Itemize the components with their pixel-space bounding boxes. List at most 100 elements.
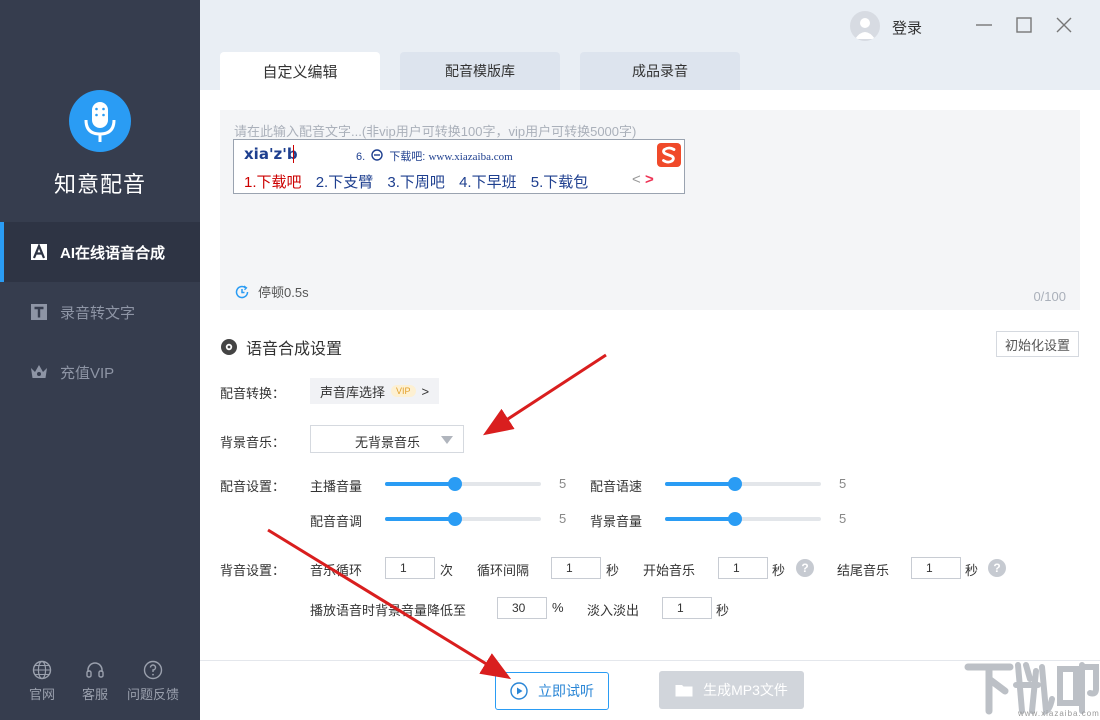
a-letter-icon: [30, 243, 48, 261]
website-link[interactable]: 官网: [29, 660, 55, 703]
sidebar-item-ai-synthesis[interactable]: AI在线语音合成: [0, 222, 200, 282]
interval-label: 循环间隔: [477, 563, 530, 578]
voice-library-select[interactable]: 声音库选择 VIP >: [310, 378, 440, 404]
ime-next-page[interactable]: >: [645, 171, 654, 188]
speech-speed-slider[interactable]: [665, 476, 821, 492]
dub-settings-label: 配音设置：: [220, 479, 286, 494]
ime-candidate[interactable]: 2.下支臂: [316, 174, 374, 191]
slider-value: 5: [559, 476, 567, 491]
bgm-dropdown[interactable]: 无背景音乐: [310, 425, 464, 453]
microphone-logo-icon: [69, 90, 131, 152]
sidebar-item-label: 录音转文字: [60, 304, 136, 322]
generate-mp3-label: 生成MP3文件: [703, 682, 788, 698]
clock-icon: [235, 284, 249, 298]
end-music-unit: 秒: [965, 563, 979, 578]
editor-placeholder: 请在此输入配音文字...(非vip用户可转换100字，vip用户可转换5000字…: [234, 124, 637, 139]
loop-unit: 次: [440, 563, 454, 578]
sidebar-item-label: 充值VIP: [60, 364, 115, 382]
sidebar-item-label: AI在线语音合成: [60, 244, 166, 262]
question-circle-icon: [143, 660, 163, 680]
host-volume-slider[interactable]: [385, 476, 541, 492]
tab-custom-edit[interactable]: 自定义编辑: [220, 52, 380, 90]
sidebar: 知意配音 AI在线语音合成 录音转文字 充值VIP 官网 客服 问题反馈: [0, 0, 200, 720]
app-name: 知意配音: [53, 172, 146, 197]
ime-candidate-6[interactable]: 6. 下载吧: www.xiazaiba.com: [356, 148, 513, 164]
ime-candidate[interactable]: 5.下载包: [531, 174, 589, 191]
bg-volume-slider[interactable]: [665, 511, 821, 527]
section-title: 语音合成设置: [220, 335, 342, 359]
candidate-index: 6.: [356, 151, 366, 163]
slider-value: 5: [839, 476, 847, 491]
interval-unit: 秒: [606, 563, 620, 578]
text-caret: [293, 145, 294, 163]
duck-label: 播放语音时背景音量降低至: [310, 603, 467, 618]
t-letter-icon: [30, 303, 48, 321]
fade-unit: 秒: [716, 603, 730, 618]
candidate-text: 下载吧:: [389, 151, 426, 163]
slider-label: 配音语速: [590, 479, 643, 494]
sogou-logo-icon: [656, 142, 682, 168]
slider-fill: [665, 482, 735, 486]
help-icon[interactable]: ?: [988, 559, 1006, 577]
footer-label: 问题反馈: [127, 687, 180, 702]
play-icon: [510, 682, 528, 700]
slider-value: 5: [559, 511, 567, 526]
support-link[interactable]: 客服: [82, 660, 108, 703]
slider-handle[interactable]: [448, 512, 462, 526]
slider-handle[interactable]: [448, 477, 462, 491]
ime-candidate[interactable]: 4.下早班: [459, 174, 517, 191]
close-icon[interactable]: [1053, 14, 1075, 36]
ime-candidate[interactable]: 3.下周吧: [387, 174, 445, 191]
tab-template-library[interactable]: 配音模版库: [400, 52, 560, 90]
feedback-link[interactable]: 问题反馈: [127, 660, 179, 703]
slider-fill: [385, 517, 455, 521]
dropdown-arrow-icon: [441, 436, 453, 444]
preview-button[interactable]: 立即试听: [495, 672, 609, 710]
slider-handle[interactable]: [728, 512, 742, 526]
bg-settings-label: 背音设置：: [220, 563, 286, 578]
watermark-url: www.xiazaiba.com: [1018, 709, 1100, 718]
maximize-icon[interactable]: [1013, 14, 1035, 36]
ime-prev-page[interactable]: <: [632, 171, 641, 188]
sidebar-item-vip[interactable]: 充值VIP: [0, 342, 200, 402]
text-editor[interactable]: 请在此输入配音文字...(非vip用户可转换100字，vip用户可转换5000字…: [220, 110, 1080, 310]
start-music-input[interactable]: 1: [718, 557, 768, 579]
voice-select-text: 声音库选择: [320, 384, 386, 400]
minimize-icon[interactable]: [973, 14, 995, 36]
slider-label: 配音音调: [310, 514, 363, 529]
slider-value: 5: [839, 511, 847, 526]
sidebar-item-transcribe[interactable]: 录音转文字: [0, 282, 200, 342]
slider-handle[interactable]: [728, 477, 742, 491]
generate-mp3-button[interactable]: 生成MP3文件: [659, 671, 804, 709]
loop-count-input[interactable]: 1: [385, 557, 435, 579]
voice-label: 配音转换：: [220, 386, 286, 401]
loop-interval-input[interactable]: 1: [551, 557, 601, 579]
folder-icon: [675, 685, 693, 697]
ime-candidate[interactable]: 1.下载吧: [244, 174, 302, 191]
tab-finished-recordings[interactable]: 成品录音: [580, 52, 740, 90]
fade-input[interactable]: 1: [662, 597, 712, 619]
end-music-input[interactable]: 1: [911, 557, 961, 579]
ime-composition: xia'z'b: [244, 145, 298, 163]
user-icon: [855, 18, 875, 39]
loop-label: 音乐循环: [310, 563, 363, 578]
help-icon[interactable]: ?: [796, 559, 814, 577]
duck-volume-input[interactable]: 30: [497, 597, 547, 619]
candidate-domain: www.xiazaiba.com: [428, 151, 513, 163]
avatar[interactable]: [850, 11, 880, 41]
slider-fill: [665, 517, 735, 521]
ime-candidate-window: xia'z'b 6. 下载吧: www.xiazaiba.com 1.下载吧 2…: [233, 139, 685, 194]
vip-badge: VIP: [391, 385, 416, 397]
char-counter: 0/100: [1033, 289, 1066, 304]
bgm-value: 无背景音乐: [355, 435, 421, 450]
section-title-text: 语音合成设置: [246, 341, 343, 358]
pause-button[interactable]: 停顿0.5s: [234, 282, 309, 301]
start-music-unit: 秒: [772, 563, 786, 578]
main-panel: 登录 自定义编辑 配音模版库 成品录音 请在此输入配音文字...(非vip用户可…: [200, 0, 1100, 720]
fade-label: 淡入淡出: [587, 603, 640, 618]
login-link[interactable]: 登录: [892, 17, 922, 38]
pitch-slider[interactable]: [385, 511, 541, 527]
slider-label: 主播音量: [310, 479, 363, 494]
start-music-label: 开始音乐: [643, 563, 696, 578]
reset-settings-button[interactable]: 初始化设置: [996, 331, 1079, 357]
